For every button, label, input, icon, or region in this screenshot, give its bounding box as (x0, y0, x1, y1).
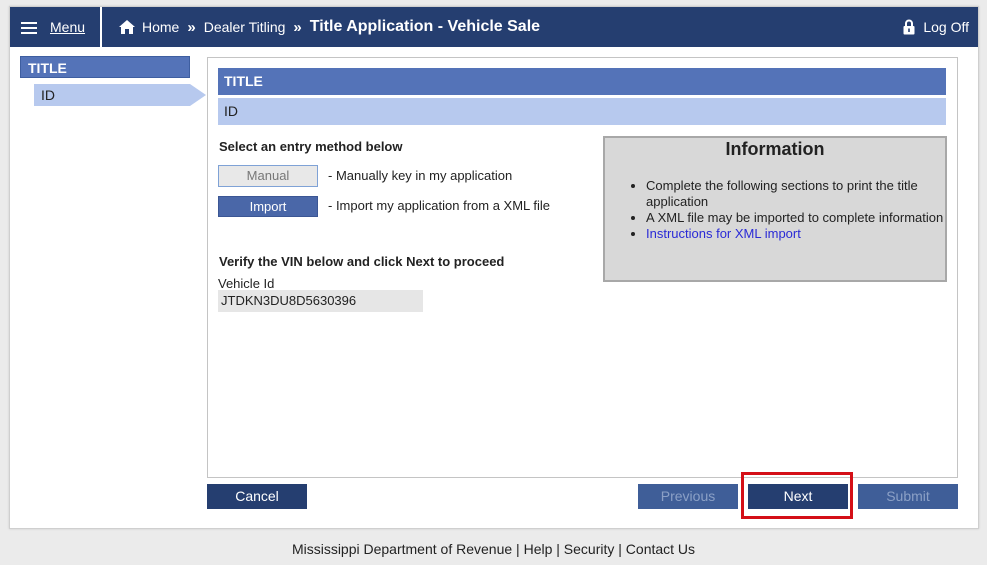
footer: Mississippi Department of Revenue | Help… (0, 541, 987, 557)
previous-button[interactable]: Previous (638, 484, 738, 509)
lock-icon (903, 19, 915, 35)
information-item: A XML file may be imported to complete i… (646, 210, 945, 226)
cancel-button[interactable]: Cancel (207, 484, 307, 509)
information-item: Complete the following sections to print… (646, 178, 945, 210)
next-button[interactable]: Next (748, 484, 848, 509)
footer-security-link[interactable]: Security (564, 541, 615, 557)
import-description: - Import my application from a XML file (328, 198, 551, 213)
sidebar-section-title: TITLE (20, 56, 190, 78)
footer-help-link[interactable]: Help (524, 541, 553, 557)
breadcrumb: Home » Dealer Titling » Title Applicatio… (118, 7, 540, 47)
main-panel: TITLE ID Select an entry method below Ma… (207, 57, 958, 478)
information-item: Instructions for XML import (646, 226, 945, 242)
vehicle-id-field: JTDKN3DU8D5630396 (218, 290, 423, 312)
breadcrumb-home[interactable]: Home (142, 19, 179, 35)
footer-separator: | (556, 541, 560, 557)
sidebar-active-arrow (190, 84, 206, 106)
submit-button[interactable]: Submit (858, 484, 958, 509)
import-button[interactable]: Import (218, 196, 318, 217)
sidebar-item-id[interactable]: ID (34, 84, 190, 106)
hamburger-icon (21, 21, 37, 34)
information-title: Information (725, 139, 825, 159)
logoff-label: Log Off (923, 19, 969, 35)
information-list: Complete the following sections to print… (646, 178, 945, 242)
top-navbar: Menu Home » Dealer Titling » Title Appli… (10, 7, 978, 47)
menu-label: Menu (50, 19, 86, 35)
verify-vin-heading: Verify the VIN below and click Next to p… (219, 254, 505, 269)
app-frame: Menu Home » Dealer Titling » Title Appli… (9, 6, 979, 529)
entry-method-heading: Select an entry method below (219, 139, 403, 154)
footer-org: Mississippi Department of Revenue (291, 541, 513, 557)
manual-button[interactable]: Manual (218, 165, 318, 187)
xml-instructions-link[interactable]: Instructions for XML import (646, 226, 801, 241)
vehicle-id-label: Vehicle Id (218, 276, 275, 291)
menu-button[interactable]: Menu (10, 7, 102, 47)
breadcrumb-separator: » (187, 18, 196, 36)
footer-contact-link[interactable]: Contact Us (626, 541, 695, 557)
page-title: Title Application - Vehicle Sale (309, 18, 541, 35)
information-box: Information Complete the following secti… (603, 136, 947, 282)
footer-separator: | (516, 541, 520, 557)
section-title: TITLE (218, 68, 946, 95)
manual-description: - Manually key in my application (328, 168, 513, 183)
section-subtitle: ID (218, 98, 946, 125)
home-icon (119, 20, 135, 34)
breadcrumb-separator: » (293, 18, 302, 36)
breadcrumb-dealer-titling[interactable]: Dealer Titling (204, 19, 286, 35)
logoff-button[interactable]: Log Off (903, 7, 969, 47)
footer-separator: | (618, 541, 622, 557)
